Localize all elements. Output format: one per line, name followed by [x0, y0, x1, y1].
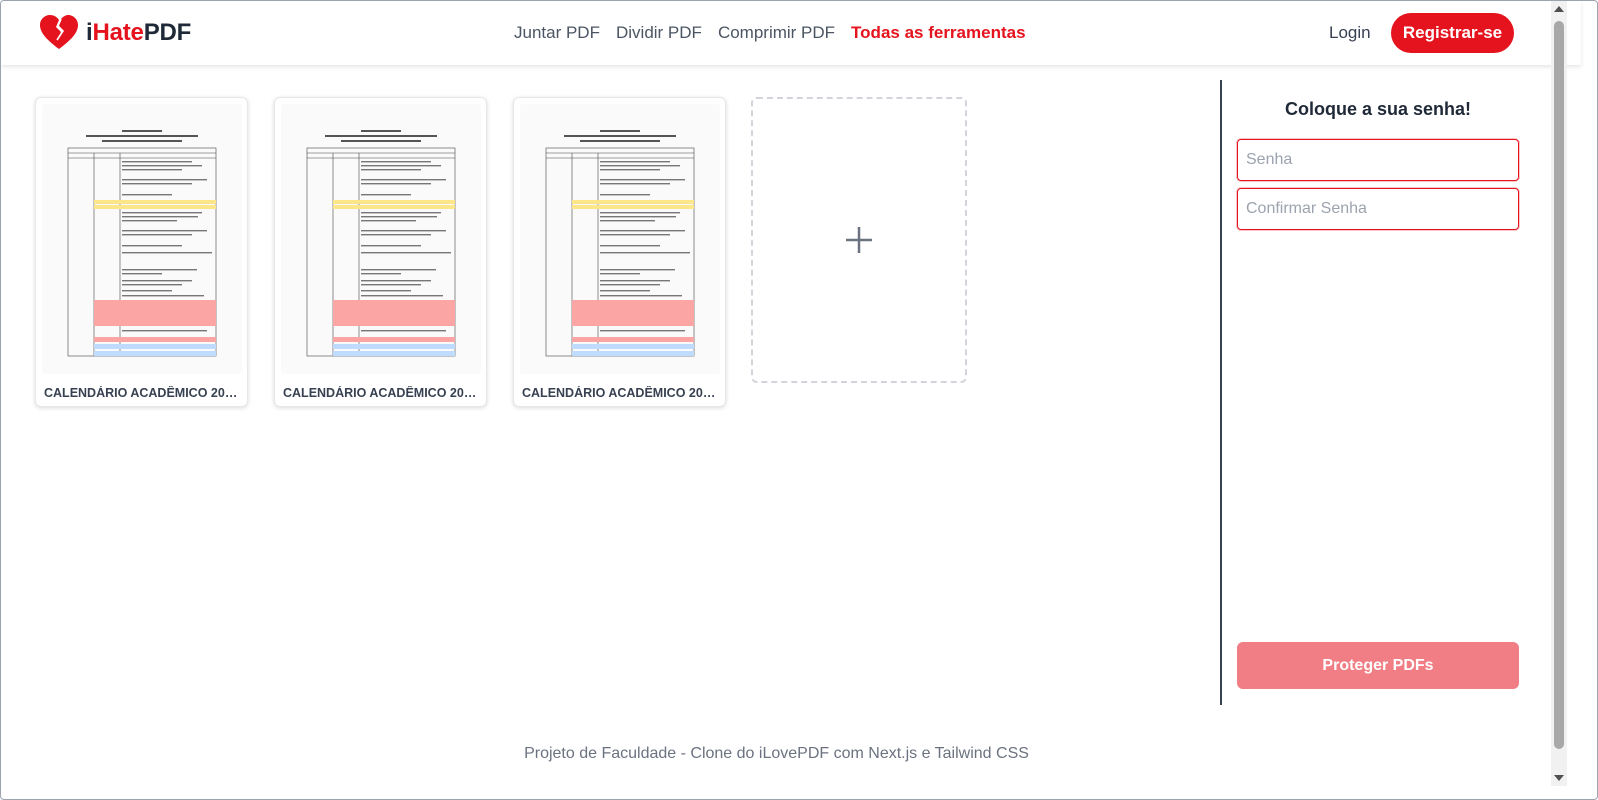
file-card[interactable]: CALENDÁRIO ACADÊMICO 2025.1 - Subsequent… — [274, 97, 487, 407]
add-file-button[interactable] — [751, 97, 967, 383]
file-name: CALENDÁRIO ACADÊMICO 2025.1 - Subsequent… — [44, 386, 241, 400]
register-button[interactable]: Registrar-se — [1391, 13, 1514, 53]
main-nav: Juntar PDF Dividir PDF Comprimir PDF Tod… — [514, 23, 1026, 43]
file-card[interactable]: CALENDÁRIO ACADÊMICO 2025.1 - Subsequent… — [35, 97, 248, 407]
protect-pdfs-button[interactable]: Proteger PDFs — [1237, 642, 1519, 689]
top-navbar: iHatePDF Juntar PDF Dividir PDF Comprimi… — [1, 1, 1581, 65]
file-name: CALENDÁRIO ACADÊMICO 2025.1 - Subsequent… — [283, 386, 480, 400]
app-window: iHatePDF Juntar PDF Dividir PDF Comprimi… — [0, 0, 1598, 800]
pdf-thumbnail — [520, 104, 720, 374]
panel-divider — [1220, 80, 1222, 705]
confirm-password-field[interactable] — [1237, 188, 1519, 230]
footer-text: Projeto de Faculdade - Clone do iLovePDF… — [524, 745, 1029, 762]
plus-icon — [846, 227, 872, 253]
pdf-page-preview — [42, 104, 242, 374]
nav-dividir-pdf[interactable]: Dividir PDF — [616, 23, 702, 43]
scroll-thumb[interactable] — [1554, 21, 1564, 749]
login-link[interactable]: Login — [1329, 23, 1371, 43]
pdf-page-preview — [281, 104, 481, 374]
pdf-page-preview — [520, 104, 720, 374]
pdf-thumbnail — [42, 104, 242, 374]
broken-heart-icon — [40, 15, 78, 49]
scroll-down-icon[interactable] — [1554, 775, 1564, 781]
file-name: CALENDÁRIO ACADÊMICO 2025.1 - Subsequent… — [522, 386, 719, 400]
password-field[interactable] — [1237, 139, 1519, 181]
pdf-thumbnail — [281, 104, 481, 374]
nav-todas-ferramentas[interactable]: Todas as ferramentas — [851, 23, 1025, 43]
brand-name: iHatePDF — [86, 19, 192, 46]
scroll-up-icon[interactable] — [1554, 6, 1564, 12]
brand-logo[interactable]: iHatePDF — [39, 15, 191, 51]
vertical-scrollbar[interactable] — [1551, 1, 1567, 786]
nav-juntar-pdf[interactable]: Juntar PDF — [514, 23, 600, 43]
panel-title: Coloque a sua senha! — [1284, 99, 1472, 119]
nav-comprimir-pdf[interactable]: Comprimir PDF — [718, 23, 835, 43]
file-card[interactable]: CALENDÁRIO ACADÊMICO 2025.1 - Subsequent… — [513, 97, 726, 407]
